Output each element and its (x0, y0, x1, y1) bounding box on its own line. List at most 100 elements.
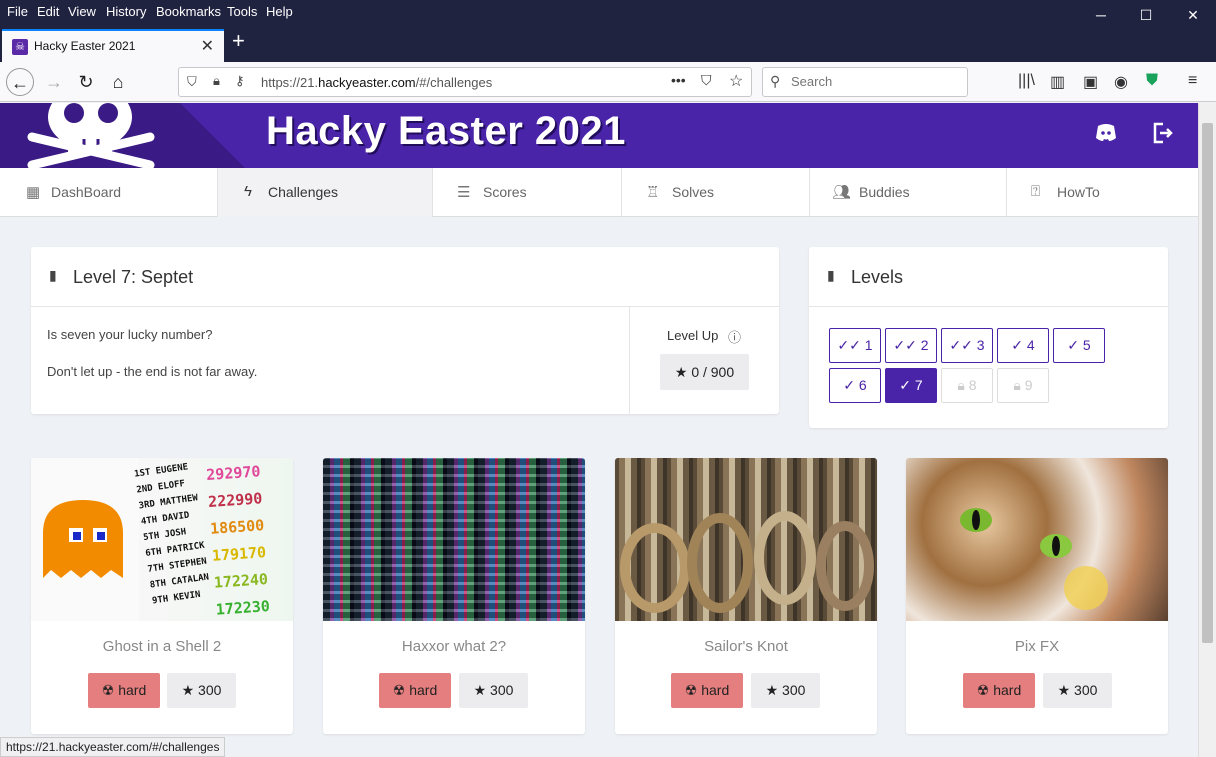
forward-button[interactable]: → (40, 68, 68, 96)
check-icon: ✓ (1011, 337, 1024, 353)
menu-edit[interactable]: Edit (37, 4, 59, 19)
menu-help[interactable]: Help (266, 4, 293, 19)
page-actions-icon[interactable]: ••• (671, 72, 686, 88)
info-icon[interactable]: ⓘ (728, 327, 741, 346)
site-favicon-icon: ☠ (12, 39, 28, 55)
site-logo[interactable] (0, 103, 245, 168)
nav-scores[interactable]: ☰ Scores (433, 168, 622, 217)
nav-howto[interactable]: ⍰ HowTo (1007, 168, 1198, 217)
level-button-7[interactable]: ✓ 7 (885, 368, 937, 403)
difficulty-label: hard (701, 682, 730, 698)
level-button-4[interactable]: ✓ 4 (997, 328, 1049, 363)
app-menu-icon[interactable]: ≡ (1188, 72, 1197, 90)
tab-title: Hacky Easter 2021 (34, 39, 136, 53)
double-check-icon: ✓✓ (949, 337, 973, 353)
extension-shield-icon[interactable]: ⛊ (1146, 72, 1158, 90)
difficulty-label: hard (409, 682, 438, 698)
score-value: 222990 (207, 489, 263, 511)
trophy-icon: ♖ (646, 184, 660, 201)
site-header: Hacky Easter 2021 (0, 103, 1198, 168)
bookmark-star-icon[interactable]: ☆ (729, 71, 743, 91)
level-button-1[interactable]: ✓✓ 1 (829, 328, 881, 363)
menu-bookmarks[interactable]: Bookmarks (156, 4, 221, 19)
level-label: 9 (1024, 377, 1033, 393)
account-icon[interactable]: ◉ (1114, 72, 1128, 92)
container-icon[interactable]: ▣ (1083, 72, 1098, 92)
difficulty-badge: ☢ hard (379, 673, 451, 708)
check-icon: ✓ (899, 377, 912, 393)
challenge-card[interactable]: Sailor's Knot ☢ hard ★ 300 (615, 458, 877, 734)
double-check-icon: ✓✓ (893, 337, 917, 353)
level-label: 3 (976, 337, 985, 353)
library-icon[interactable]: |||\ (1018, 72, 1035, 90)
star-icon: ★ (674, 364, 688, 380)
level-button-5[interactable]: ✓ 5 (1053, 328, 1105, 363)
key-icon[interactable]: ⚷ (235, 73, 245, 89)
logout-icon[interactable] (1150, 121, 1174, 151)
nav-buddies[interactable]: 👥︎ Buddies (810, 168, 1007, 217)
level-title: Level 7: Septet (73, 267, 194, 287)
menu-tools[interactable]: Tools (227, 4, 257, 19)
skull-crossbones-icon (27, 103, 155, 168)
menu-file[interactable]: File (7, 4, 28, 19)
level-button-3[interactable]: ✓✓ 3 (941, 328, 993, 363)
level-label: 8 (968, 377, 977, 393)
lock-icon: 🔒︎ (1013, 377, 1021, 393)
level-button-2[interactable]: ✓✓ 2 (885, 328, 937, 363)
search-icon: ⚲ (770, 73, 781, 89)
reload-button[interactable]: ↻ (72, 68, 100, 96)
level-button-6[interactable]: ✓ 6 (829, 368, 881, 403)
url-bar[interactable]: ⛉ 🔒︎ ⚷ https://21.hackyeaster.com/#/chal… (178, 67, 752, 97)
points-label: 300 (198, 682, 222, 698)
nav-dashboard[interactable]: ▦ DashBoard (0, 168, 218, 217)
shield-icon[interactable]: ⛉ (187, 74, 197, 90)
pocket-icon[interactable]: ⛉ (701, 72, 712, 89)
challenge-card[interactable]: Pix FX ☢ hard ★ 300 (906, 458, 1168, 734)
score-value: 179170 (211, 543, 267, 565)
tab-close-icon[interactable]: ✕ (201, 36, 214, 56)
search-box[interactable]: ⚲ (762, 67, 968, 97)
vertical-scrollbar[interactable] (1198, 103, 1216, 757)
challenge-title[interactable]: Sailor's Knot (615, 638, 877, 655)
challenge-title[interactable]: Ghost in a Shell 2 (31, 638, 293, 655)
level-button-9[interactable]: 🔒︎ 9 (997, 368, 1049, 403)
scrollbar-thumb[interactable] (1202, 123, 1213, 643)
level-label: 4 (1026, 337, 1035, 353)
level-card-header: ▮ Level 7: Septet (31, 247, 779, 307)
challenge-image-cat (906, 458, 1168, 621)
lock-icon[interactable]: 🔒︎ (213, 73, 220, 89)
nav-challenges[interactable]: ϟ Challenges (218, 168, 433, 217)
lock-icon: 🔒︎ (957, 377, 965, 393)
difficulty-badge: ☢ hard (671, 673, 743, 708)
sidebar-icon[interactable]: ▥ (1050, 72, 1065, 92)
back-button[interactable]: ← (6, 68, 34, 96)
menu-view[interactable]: View (68, 4, 96, 19)
difficulty-badge: ☢ hard (88, 673, 160, 708)
double-check-icon: ✓✓ (837, 337, 861, 353)
nav-solves[interactable]: ♖ Solves (622, 168, 810, 217)
search-input[interactable] (791, 74, 961, 89)
tab-strip: ☠ Hacky Easter 2021 ✕ + (0, 24, 1216, 62)
progress-text: 0 / 900 (691, 364, 735, 380)
cat-eyes (960, 508, 1108, 610)
main-navigation: ▦ DashBoard ϟ Challenges ☰ Scores ♖ Solv… (0, 168, 1198, 217)
nav-howto-label: HowTo (1057, 184, 1100, 200)
points-badge: ★ 300 (459, 673, 528, 708)
browser-tab[interactable]: ☠ Hacky Easter 2021 ✕ (2, 29, 224, 62)
challenge-card[interactable]: Haxxor what 2? ☢ hard ★ 300 (323, 458, 585, 734)
home-button[interactable]: ⌂ (104, 68, 132, 96)
menu-history[interactable]: History (106, 4, 146, 19)
level-button-8[interactable]: 🔒︎ 8 (941, 368, 993, 403)
score-value: 172240 (213, 570, 269, 592)
page-content: Hacky Easter 2021 ▦ DashBoard ϟ Challeng… (0, 103, 1198, 757)
challenge-title[interactable]: Pix FX (906, 638, 1168, 655)
level-label: 1 (864, 337, 873, 353)
dashboard-icon: ▦ (26, 184, 41, 201)
points-label: 300 (782, 682, 806, 698)
challenge-title[interactable]: Haxxor what 2? (323, 638, 585, 655)
new-tab-button[interactable]: + (232, 28, 245, 54)
challenge-card[interactable]: 1ST EUGENE 2ND ELOFF 3RD MATTHEW 4TH DAV… (31, 458, 293, 734)
discord-icon[interactable] (1094, 121, 1118, 151)
points-label: 300 (490, 682, 514, 698)
url-text[interactable]: https://21.hackyeaster.com/#/challenges (261, 75, 492, 90)
